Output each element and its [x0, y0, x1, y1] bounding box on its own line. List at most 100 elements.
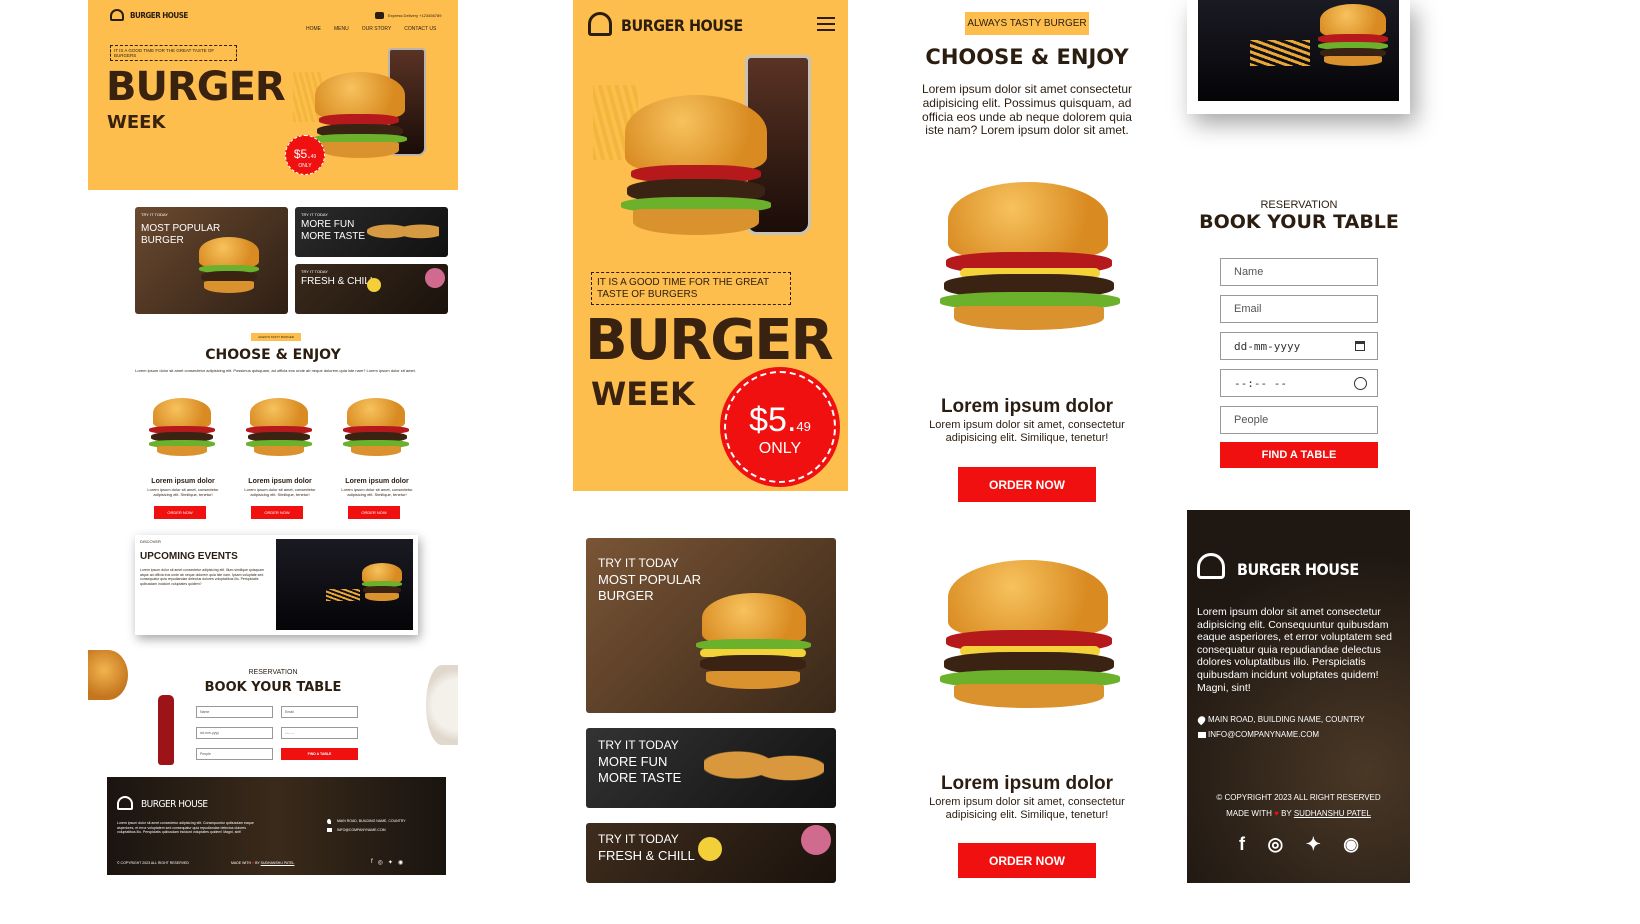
events-image: [276, 539, 413, 630]
promo-card-more-fun[interactable]: TRY IT TODAY MORE FUN MORE TASTE: [295, 207, 448, 257]
price-badge: $5.49 ONLY: [724, 371, 836, 483]
footer-email: INFO@COMPANYNAME.COM: [337, 828, 386, 832]
email-input[interactable]: Email: [1220, 295, 1378, 323]
instagram-icon[interactable]: ◎: [378, 859, 383, 866]
people-input[interactable]: People: [1220, 406, 1378, 434]
burger-logo-icon: [588, 12, 612, 36]
twitter-icon[interactable]: ✦: [1306, 834, 1321, 855]
product-desc: Lorem ipsum dolor sit amet, consectetur …: [929, 419, 1125, 445]
facebook-icon[interactable]: f: [1239, 834, 1245, 855]
clock-icon[interactable]: [1354, 377, 1367, 390]
instagram-icon[interactable]: ◎: [1267, 834, 1283, 855]
events-kicker: DISCOVER: [140, 539, 161, 544]
mail-icon: [327, 828, 332, 832]
nav-home[interactable]: HOME: [306, 26, 321, 32]
email-input[interactable]: Email: [281, 706, 358, 718]
nav-contact-us[interactable]: CONTACT US: [404, 26, 436, 32]
events-image-card: [1187, 0, 1410, 114]
hamburger-menu-icon[interactable]: [817, 17, 835, 31]
price-cents: 49: [796, 419, 811, 434]
price-cents: 49: [310, 154, 317, 160]
delivery-text: Express Delivery +123456789: [388, 13, 442, 18]
order-now-button[interactable]: ORDER NOW: [251, 506, 303, 519]
product-card: Lorem ipsum dolor Lorem ipsum dolor sit …: [135, 390, 231, 520]
facebook-icon[interactable]: f: [371, 859, 373, 866]
product-name: Lorem ipsum dolor: [248, 478, 312, 485]
calendar-icon[interactable]: [1355, 341, 1365, 351]
location-icon: [327, 819, 331, 824]
price-main: $5.: [749, 401, 797, 439]
order-now-button[interactable]: ORDER NOW: [154, 506, 206, 519]
made-with-label: MADE WITH: [231, 861, 252, 865]
author-link[interactable]: SUDHANSHU PATEL: [261, 861, 295, 865]
brand-name: BURGER HOUSE: [130, 11, 188, 20]
product-name: Lorem ipsum dolor: [940, 773, 1114, 794]
promo-kicker: TRY IT TODAY: [598, 832, 679, 846]
desktop-footer: BURGER HOUSE Lorem ipsum dolor sit amet …: [107, 777, 446, 875]
date-value: dd-mm-yyyy: [1234, 339, 1301, 353]
nav-menu[interactable]: MENU: [334, 26, 349, 32]
promo-title: FRESH & CHILL: [598, 847, 695, 863]
hero-burger-image: [621, 95, 771, 245]
footer-logo-icon: [117, 796, 133, 810]
price-note: ONLY: [298, 163, 312, 169]
footer-made-with: MADE WITH ♥ BY SUDHANSHU PATEL: [1187, 809, 1410, 818]
sauce-bowl-image: [698, 837, 722, 861]
choose-title: CHOOSE & ENJOY: [925, 45, 1129, 69]
reservation-title: BOOK YOUR TABLE: [1199, 211, 1399, 233]
product-desc: Lorem ipsum dolor sit amet, consectetur …: [244, 487, 316, 497]
footer-made-with: MADE WITH ♥ BY SUDHANSHU PATEL: [231, 861, 294, 865]
promo-card-popular[interactable]: TRY IT TODAY MOST POPULAR BURGER: [135, 207, 288, 314]
desktop-preview: BURGER HOUSE Express Delivery +123456789…: [88, 0, 458, 880]
promo-card-fresh[interactable]: TRY IT TODAY FRESH & CHILL: [295, 264, 448, 314]
time-input[interactable]: --:-- --: [1220, 369, 1378, 397]
desktop-nav: HOME MENU OUR STORY CONTACT US: [306, 26, 436, 32]
name-input[interactable]: Name: [196, 706, 273, 718]
order-now-button[interactable]: ORDER NOW: [348, 506, 400, 519]
date-input[interactable]: dd-mm-yyyy: [196, 727, 273, 739]
order-now-button[interactable]: ORDER NOW: [958, 467, 1096, 502]
footer-text: Lorem ipsum dolor sit amet consectetur a…: [1197, 606, 1392, 694]
mobile-promo-more-fun[interactable]: TRY IT TODAY MORE FUN MORE TASTE: [586, 728, 836, 808]
footer-logo-icon: [1197, 553, 1225, 579]
whatsapp-icon[interactable]: ◉: [398, 859, 403, 866]
time-input[interactable]: --:-- --: [281, 727, 358, 739]
find-table-button[interactable]: FIND A TABLE: [1220, 442, 1378, 468]
mobile-hero: BURGER HOUSE IT IS A GOOD TIME FOR THE G…: [573, 0, 848, 491]
find-table-button[interactable]: FIND A TABLE: [281, 748, 358, 760]
twitter-icon[interactable]: ✦: [388, 859, 393, 866]
mobile-promo-popular[interactable]: TRY IT TODAY MOST POPULAR BURGER: [586, 538, 836, 713]
mobile-promo-fresh[interactable]: TRY IT TODAY FRESH & CHILL: [586, 823, 836, 883]
choose-text: Lorem ipsum dolor sit amet consectetur a…: [135, 368, 416, 373]
footer-address: MAIN ROAD, BUILDING NAME, COUNTRY: [1208, 715, 1365, 724]
people-input[interactable]: People: [196, 748, 273, 760]
product-desc: Lorem ipsum dolor sit amet, consectetur …: [929, 796, 1125, 822]
whatsapp-icon[interactable]: ◉: [1343, 834, 1359, 855]
footer-copyright: © COPYRIGHT 2023 ALL RIGHT RESERVED: [1216, 793, 1381, 802]
promo-burgers-image: [704, 738, 824, 798]
name-input[interactable]: Name: [1220, 258, 1378, 286]
onion-image: [425, 268, 445, 288]
footer-brand: BURGER HOUSE: [141, 799, 208, 810]
product-card: Lorem ipsum dolor Lorem ipsum dolor sit …: [232, 390, 328, 520]
order-now-button[interactable]: ORDER NOW: [958, 843, 1096, 878]
onion-image: [801, 825, 831, 855]
events-title: UPCOMING EVENTS: [140, 551, 238, 562]
sauce-bowl-image: [367, 278, 381, 292]
heart-icon: ♥: [1274, 809, 1279, 818]
promo-title: FRESH & CHILL: [301, 276, 376, 287]
promo-burger-image: [696, 593, 811, 703]
nav-our-story[interactable]: OUR STORY: [362, 26, 392, 32]
author-link[interactable]: SUDHANSHU PATEL: [1294, 809, 1371, 818]
hero-subtitle: WEEK: [591, 375, 695, 413]
choose-badge: ALWAYS TASTY BURGER: [965, 12, 1089, 35]
reservation-kicker: RESERVATION: [248, 669, 298, 676]
date-input[interactable]: dd-mm-yyyy: [1220, 332, 1378, 360]
promo-title: MORE FUN MORE TASTE: [301, 219, 366, 242]
choose-title: CHOOSE & ENJOY: [205, 347, 341, 363]
choose-text: Lorem ipsum dolor sit amet consectetur a…: [921, 82, 1133, 138]
events-image: [1198, 0, 1399, 101]
promo-burgers-image: [367, 221, 439, 247]
product-burger-image: [149, 398, 215, 458]
desktop-hero: BURGER HOUSE Express Delivery +123456789…: [88, 0, 458, 190]
